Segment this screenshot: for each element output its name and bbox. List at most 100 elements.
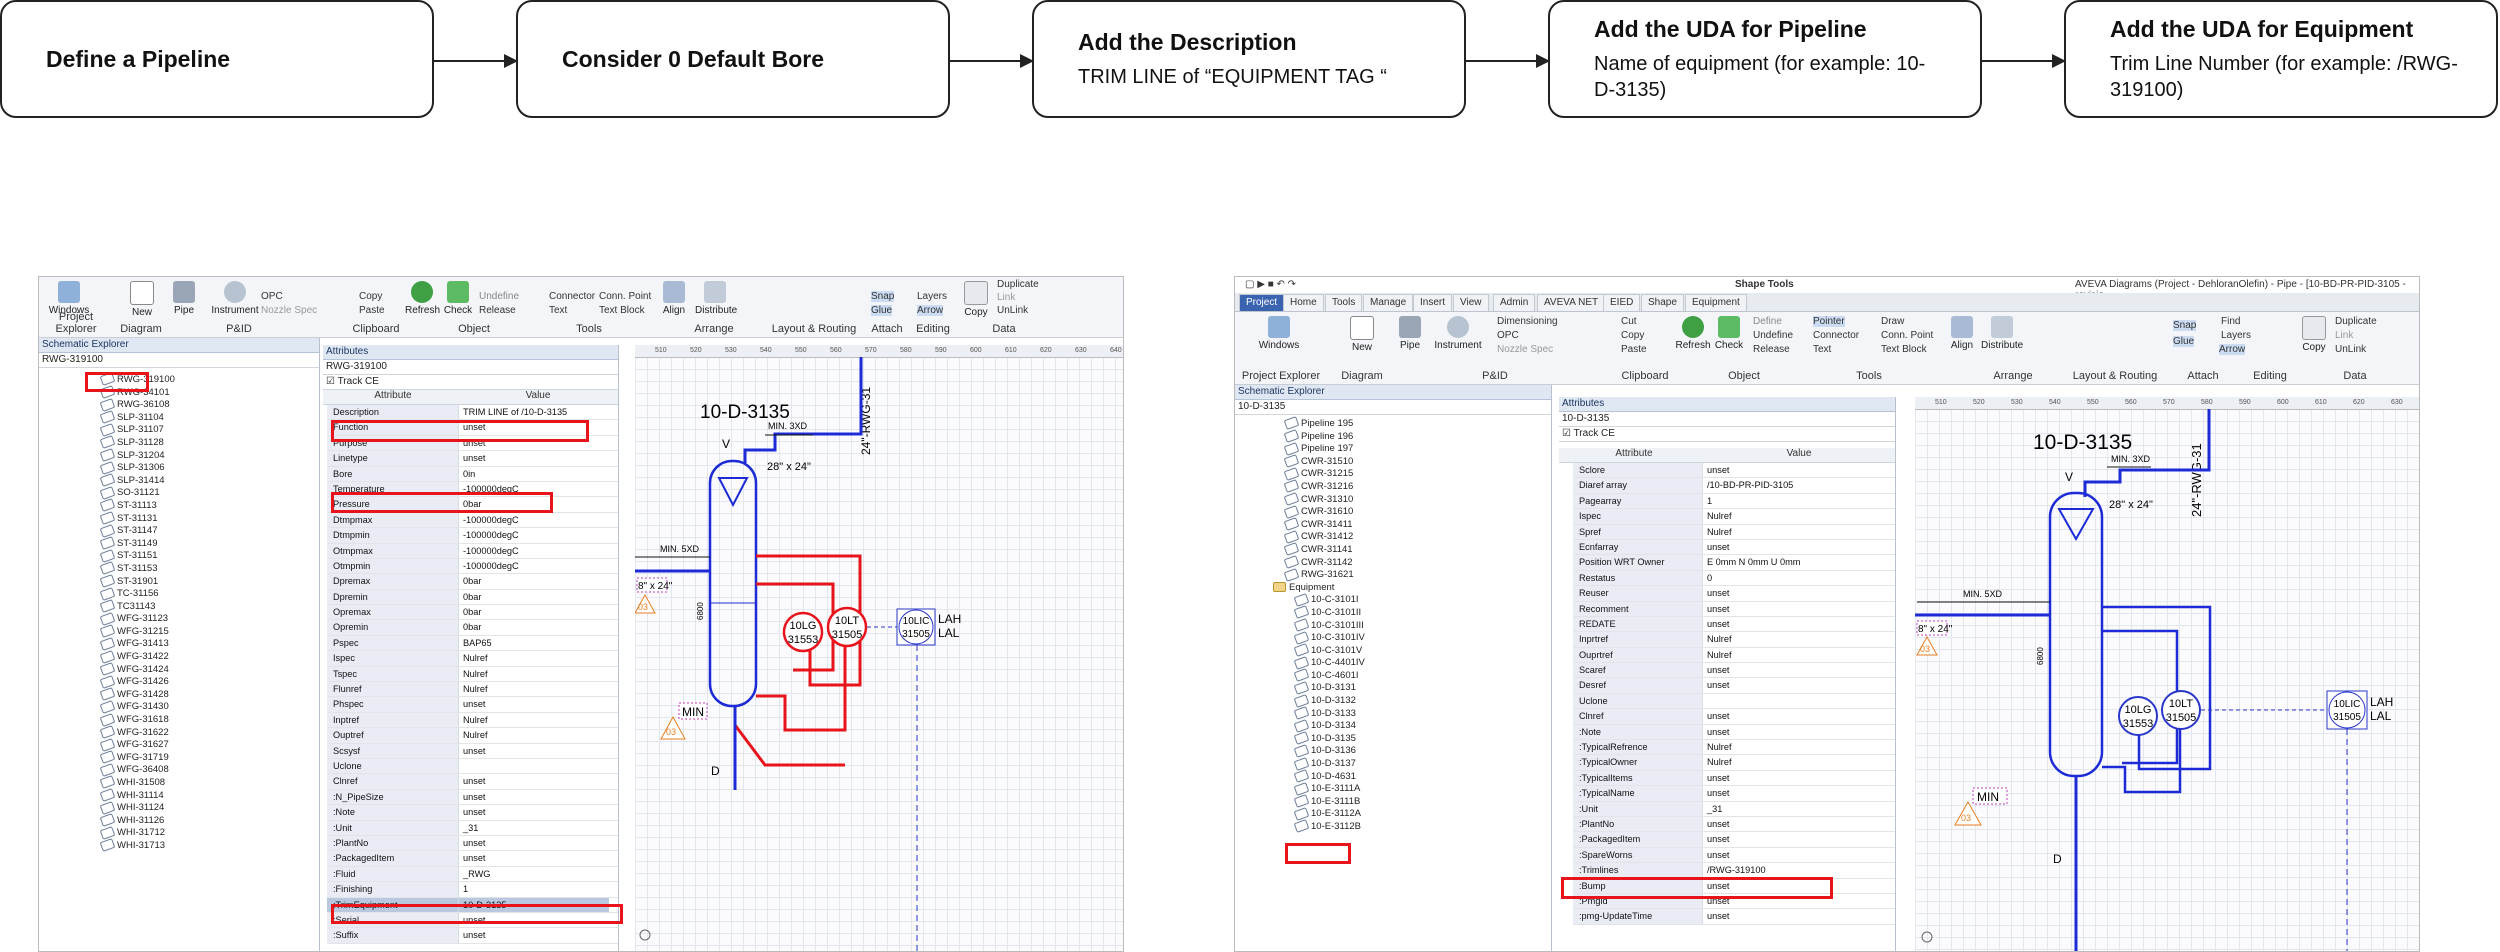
attribute-row[interactable]: :Fluid _RWG	[327, 866, 618, 883]
tree-item[interactable]: SLP-31204	[99, 448, 319, 463]
attribute-value[interactable]: Nulref	[1703, 525, 1883, 539]
tree-item[interactable]: WHI-31114	[99, 788, 319, 803]
opc-button[interactable]: OPC	[1497, 330, 1519, 341]
attribute-value[interactable]: 1	[459, 882, 609, 896]
tree-item[interactable]: SLP-31107	[99, 422, 319, 437]
attribute-row[interactable]: REDATE unset	[1573, 616, 1895, 633]
tree-item[interactable]: Pipeline 195	[1283, 416, 1551, 431]
tree-item[interactable]: WFG-31123	[99, 611, 319, 626]
attribute-value[interactable]: Nulref	[459, 728, 609, 742]
tree-item[interactable]: SO-31121	[99, 485, 319, 500]
tree-item[interactable]: ST-31153	[99, 561, 319, 576]
copy-button[interactable]: Copy	[1621, 330, 1644, 341]
attribute-value[interactable]: Nulref	[1703, 740, 1883, 754]
tree-item[interactable]: RWG-36108	[99, 397, 319, 412]
tree-item[interactable]: WFG-31426	[99, 674, 319, 689]
attribute-value[interactable]: unset	[1703, 832, 1883, 846]
tree-item[interactable]: 10-D-3137	[1285, 756, 1551, 771]
attribute-value[interactable]: Nulref	[459, 713, 609, 727]
column-value[interactable]: Value	[463, 390, 613, 404]
duplicate-button[interactable]: Duplicate	[2335, 316, 2377, 327]
distribute-button[interactable]: Distribute	[1981, 316, 2023, 351]
attribute-row[interactable]: :TypicalName unset	[1573, 786, 1895, 802]
attribute-value[interactable]: Nulref	[1703, 648, 1883, 662]
tree-item[interactable]: 10-D-3135	[1285, 731, 1551, 746]
define-button[interactable]: Define	[1753, 316, 1782, 327]
attribute-value[interactable]: 0bar	[459, 620, 609, 634]
attribute-row[interactable]: :Unit _31	[1573, 801, 1895, 817]
ribbon-tab[interactable]: AVEVA NET	[1537, 294, 1606, 311]
attribute-value[interactable]: unset	[1703, 678, 1883, 692]
attribute-value[interactable]: _RWG	[459, 867, 609, 881]
tree-item[interactable]: 10-E-3111B	[1285, 794, 1551, 809]
tree-item[interactable]: CWR-31142	[1283, 555, 1551, 570]
attribute-row[interactable]: Tspec Nulref	[327, 666, 618, 683]
attribute-row[interactable]: Ispec Nulref	[1573, 509, 1895, 525]
check-button[interactable]: Check	[443, 281, 473, 316]
text-block-button[interactable]: Text Block	[599, 305, 645, 316]
attribute-value[interactable]: unset	[1703, 463, 1883, 477]
tree-item[interactable]: WFG-36408	[99, 762, 319, 777]
tree-item[interactable]: SLP-31104	[99, 410, 319, 425]
ribbon-tab[interactable]: Insert	[1413, 294, 1453, 311]
attribute-row[interactable]: :PlantNo unset	[1573, 816, 1895, 833]
attribute-row[interactable]: Spref Nulref	[1573, 524, 1895, 540]
duplicate-button[interactable]: Duplicate	[997, 279, 1039, 290]
tree-item[interactable]: 10-C-3101III	[1285, 618, 1551, 633]
attribute-row[interactable]: Scaref unset	[1573, 663, 1895, 679]
tree-item[interactable]: 10-C-3101I	[1285, 592, 1551, 607]
tree-item[interactable]: ST-31901	[99, 574, 319, 589]
tree-item[interactable]: WFG-31430	[99, 700, 319, 714]
attribute-row[interactable]: :PackagedItem unset	[1573, 832, 1895, 848]
tree-item[interactable]: 10-E-3111A	[1285, 781, 1551, 796]
tree-item[interactable]: WFG-31627	[99, 737, 319, 752]
attribute-row[interactable]: Dtmpmax -100000degC	[327, 512, 618, 529]
column-attribute[interactable]: Attribute	[1559, 448, 1709, 462]
align-button[interactable]: Align	[1947, 316, 1977, 351]
attribute-row[interactable]: Diaref array/10-BD-PR-PID-3105	[1573, 478, 1895, 494]
snap-button[interactable]: Snap	[871, 291, 895, 302]
ribbon-tab[interactable]: Equipment	[1685, 294, 1747, 311]
tree-item[interactable]: SLP-31414	[99, 473, 319, 488]
tree-item[interactable]: 10-D-3132	[1285, 693, 1551, 708]
attribute-row[interactable]: Flunref Nulref	[327, 682, 618, 698]
nozzle-spec-button[interactable]: Nozzle Spec	[1497, 344, 1553, 355]
check-button[interactable]: Check	[1713, 316, 1745, 351]
attribute-value[interactable]: unset	[1703, 586, 1883, 600]
tree-item[interactable]: WFG-31428	[99, 687, 319, 702]
tree-item[interactable]: 10-C-3101IV	[1285, 630, 1551, 645]
attribute-value[interactable]: Nulref	[459, 651, 609, 665]
attribute-value[interactable]: 0in	[459, 467, 609, 481]
tree-item[interactable]: CWR-31141	[1283, 542, 1551, 557]
attribute-row[interactable]: Opremax 0bar	[327, 605, 618, 621]
text-block-button[interactable]: Text Block	[1881, 344, 1927, 355]
ribbon-tab[interactable]: Project	[1239, 294, 1285, 311]
attribute-value[interactable]: E 0mm N 0mm U 0mm	[1703, 555, 1883, 569]
attribute-row[interactable]: Uclone	[327, 758, 618, 775]
column-attribute[interactable]: Attribute	[323, 390, 463, 404]
attribute-row[interactable]: :PackagedItem unset	[327, 851, 618, 867]
text-button[interactable]: Text	[1813, 344, 1831, 355]
glue-button[interactable]: Glue	[871, 305, 893, 316]
attribute-row[interactable]: Reuser unset	[1573, 586, 1895, 602]
refresh-button[interactable]: Refresh	[405, 281, 440, 316]
connector-button[interactable]: Connector	[549, 291, 595, 302]
attribute-value[interactable]	[459, 759, 609, 773]
tree-item[interactable]: WFG-31422	[99, 649, 319, 664]
tree-item[interactable]: 10-C-4401IV	[1285, 655, 1551, 670]
copy-data-button[interactable]: Copy	[2301, 316, 2327, 353]
attribute-value[interactable]: 0bar	[459, 590, 609, 604]
paste-button[interactable]: Paste	[359, 305, 385, 316]
attribute-row[interactable]: Inptref Nulref	[327, 712, 618, 729]
attribute-row[interactable]: Ouptref Nulref	[327, 728, 618, 744]
arrow-button[interactable]: Arrow	[917, 305, 944, 316]
undefine-button[interactable]: Undefine	[479, 291, 519, 302]
attribute-value[interactable]: -100000degC	[459, 544, 609, 558]
tree-item[interactable]: WHI-31126	[99, 813, 319, 828]
tree-item[interactable]: 10-D-3136	[1285, 744, 1551, 758]
tree-item[interactable]: Pipeline 197	[1283, 441, 1551, 456]
explorer-search-input[interactable]: RWG-319100	[39, 353, 319, 368]
track-ce-checkbox[interactable]: ☑ Track CE	[323, 375, 618, 390]
align-button[interactable]: Align	[659, 281, 689, 316]
layers-button[interactable]: Layers	[917, 291, 947, 302]
